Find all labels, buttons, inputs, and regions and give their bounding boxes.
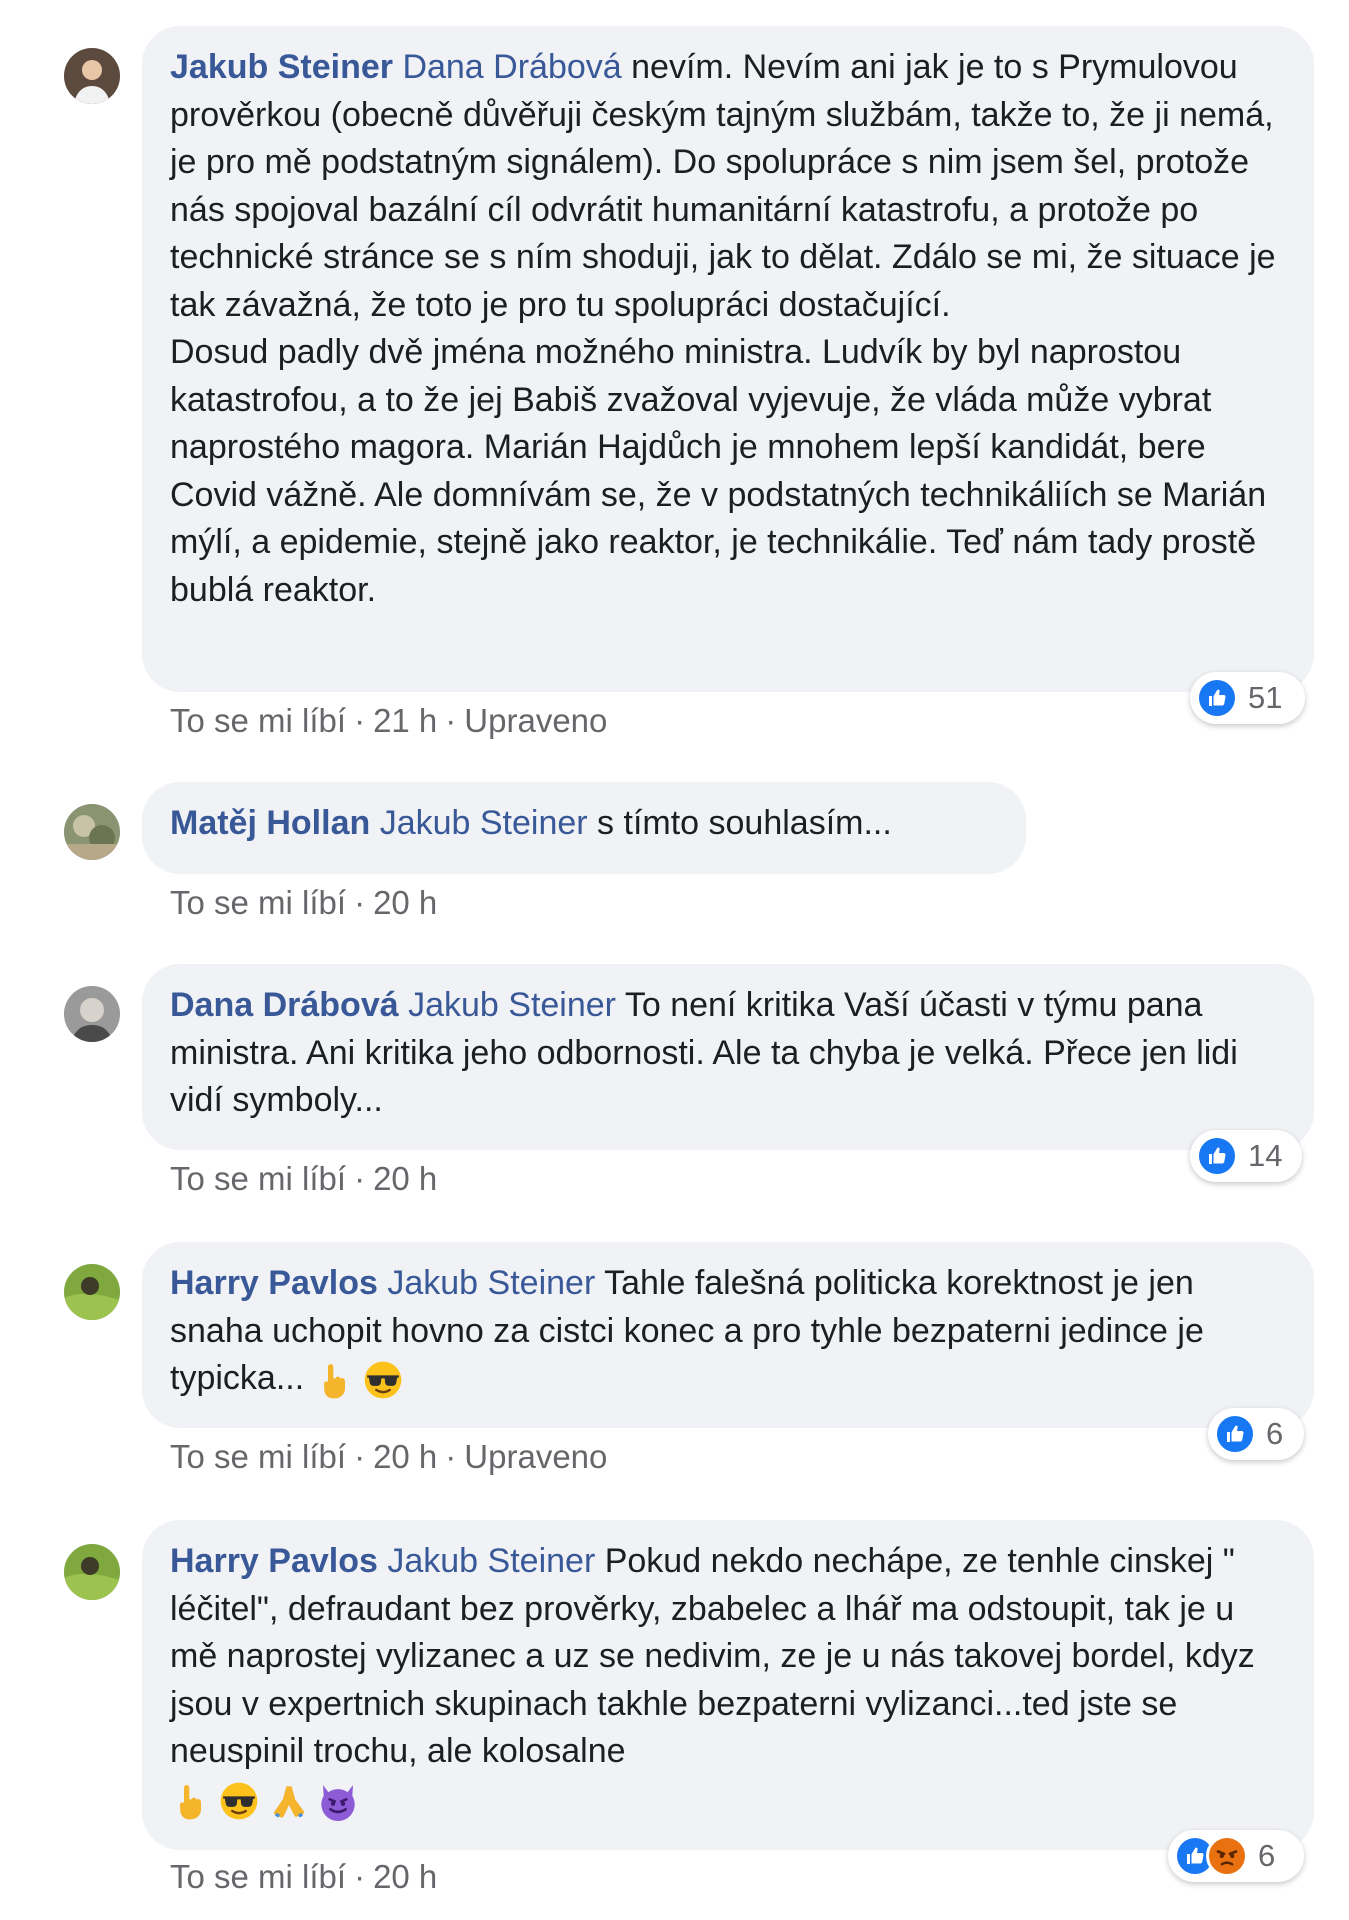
comment-bubble: Jakub Steiner Dana Drábová nevím. Nevím … (142, 26, 1314, 692)
like-reaction-icon (1196, 1135, 1238, 1177)
avatar[interactable] (64, 804, 120, 860)
separator: · (354, 1438, 366, 1475)
comment-author[interactable]: Dana Drábová (170, 986, 399, 1024)
reactions-badge[interactable]: 51 (1190, 672, 1305, 724)
comment-time[interactable]: 20 h (373, 1858, 437, 1895)
like-link[interactable]: To se mi líbí (170, 702, 346, 739)
comment-text-paragraph: Dosud padly dvě jména možného ministra. … (170, 333, 1267, 609)
comment-author[interactable]: Matěj Hollan (170, 804, 370, 842)
comment-bubble: Matěj Hollan Jakub Steiner s tímto souhl… (142, 782, 1026, 874)
comment-meta: To se mi líbí · 20 h (170, 1858, 437, 1896)
separator: · (354, 702, 366, 739)
comment-author[interactable]: Harry Pavlos (170, 1542, 378, 1580)
reactions-badge[interactable]: 14 (1190, 1130, 1302, 1182)
separator: · (354, 1160, 366, 1197)
edited-label[interactable]: Upraveno (464, 1438, 607, 1475)
mentioned-user[interactable]: Jakub Steiner (380, 804, 588, 842)
separator: · (445, 1438, 457, 1475)
comment-meta: To se mi líbí · 20 h (170, 1160, 437, 1198)
sunglasses-emoji (363, 1360, 403, 1400)
comment-time[interactable]: 21 h (373, 702, 437, 739)
reaction-count: 51 (1248, 680, 1283, 715)
comment-meta: To se mi líbí · 20 h (170, 884, 437, 922)
like-link[interactable]: To se mi líbí (170, 1438, 346, 1475)
reaction-count: 14 (1248, 1138, 1283, 1173)
avatar-photo (64, 1544, 120, 1600)
avatar-photo (64, 804, 120, 860)
comment-time[interactable]: 20 h (373, 1438, 437, 1475)
reaction-count: 6 (1266, 1416, 1284, 1451)
mentioned-user[interactable]: Jakub Steiner (387, 1542, 595, 1580)
comment-meta: To se mi líbí · 21 h · Upraveno (170, 702, 607, 740)
reactions-badge[interactable]: 6 (1208, 1408, 1304, 1460)
folded-hands-emoji (269, 1781, 309, 1821)
comment-meta: To se mi líbí · 20 h · Upraveno (170, 1438, 607, 1476)
like-link[interactable]: To se mi líbí (170, 1858, 346, 1895)
comment-author[interactable]: Jakub Steiner (170, 48, 393, 86)
separator: · (354, 884, 366, 921)
avatar[interactable] (64, 1544, 120, 1600)
edited-label[interactable]: Upraveno (464, 702, 607, 739)
pointing-up-emoji (170, 1781, 210, 1821)
reactions-badge[interactable]: 6 (1168, 1830, 1304, 1882)
like-reaction-icon (1196, 677, 1238, 719)
pointing-up-emoji (314, 1360, 354, 1400)
comment-time[interactable]: 20 h (373, 884, 437, 921)
comment-bubble: Harry Pavlos Jakub Steiner Tahle falešná… (142, 1242, 1314, 1428)
mentioned-user[interactable]: Dana Drábová (402, 48, 621, 86)
like-link[interactable]: To se mi líbí (170, 884, 346, 921)
comment-text: nevím. Nevím ani jak je to s Prymulovou … (170, 48, 1276, 324)
avatar[interactable] (64, 48, 120, 104)
avatar-photo (64, 48, 120, 104)
comment-bubble: Dana Drábová Jakub Steiner To není kriti… (142, 964, 1314, 1150)
mentioned-user[interactable]: Jakub Steiner (408, 986, 616, 1024)
comment-bubble: Harry Pavlos Jakub Steiner Pokud nekdo n… (142, 1520, 1314, 1850)
like-reaction-icon (1214, 1413, 1256, 1455)
avatar-photo (64, 1264, 120, 1320)
comment-time[interactable]: 20 h (373, 1160, 437, 1197)
like-link[interactable]: To se mi líbí (170, 1160, 346, 1197)
avatar-photo (64, 986, 120, 1042)
angry-reaction-icon (1206, 1835, 1248, 1877)
mentioned-user[interactable]: Jakub Steiner (387, 1264, 595, 1302)
smiling-devil-emoji (318, 1781, 358, 1821)
reaction-count: 6 (1258, 1838, 1276, 1873)
sunglasses-emoji (219, 1781, 259, 1821)
avatar[interactable] (64, 986, 120, 1042)
comment-text: s tímto souhlasím... (587, 804, 892, 842)
comment-author[interactable]: Harry Pavlos (170, 1264, 378, 1302)
separator: · (445, 702, 457, 739)
separator: · (354, 1858, 366, 1895)
avatar[interactable] (64, 1264, 120, 1320)
